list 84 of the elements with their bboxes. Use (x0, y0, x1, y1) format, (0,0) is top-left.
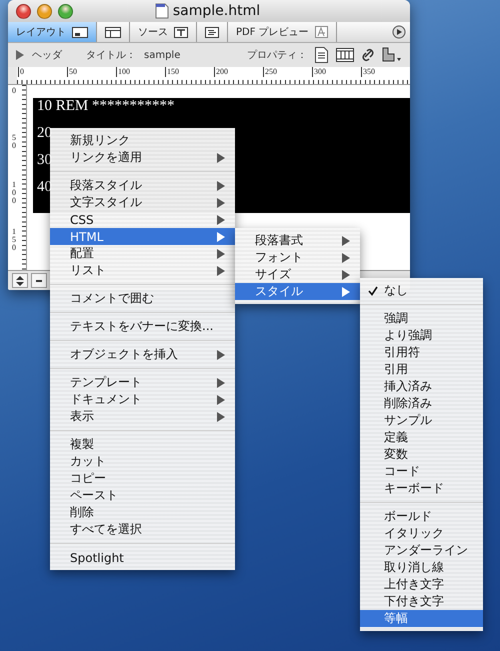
stepper-button[interactable] (12, 273, 28, 288)
menu-item[interactable]: ドキュメント (50, 391, 235, 408)
text-icon (174, 26, 188, 38)
menu-item[interactable]: 削除 (50, 504, 235, 521)
ruler-label: 150 (165, 67, 214, 77)
menu-item[interactable]: 上付き文字 (360, 576, 483, 593)
menu-item[interactable]: より強調 (360, 327, 483, 344)
ruler-label: 300 (312, 67, 361, 77)
menu-item[interactable]: リンクを適用 (50, 149, 235, 166)
zoom-button[interactable] (58, 4, 73, 18)
menu-item[interactable]: なし (360, 282, 483, 299)
ruler-label: 0 (12, 87, 17, 97)
menu-item[interactable]: コード (360, 463, 483, 480)
ruler-label: 100 (12, 181, 17, 207)
menu-item[interactable]: 段落スタイル (50, 177, 235, 194)
menu-item[interactable]: テンプレート (50, 374, 235, 391)
ruler-label: 100 (116, 67, 165, 77)
properties-label: プロパティ： (247, 48, 307, 62)
menu-item[interactable]: 定義 (360, 429, 483, 446)
page-icon[interactable] (315, 47, 328, 63)
title-label: タイトル： (86, 49, 136, 62)
menu-item[interactable]: 文字スタイル (50, 194, 235, 211)
minimize-button[interactable] (37, 4, 52, 18)
menu-item[interactable]: リスト (50, 262, 235, 279)
menu-item[interactable]: 挿入済み (360, 378, 483, 395)
toolbar-toggle-icon[interactable] (392, 25, 406, 39)
menu-item[interactable]: コメントで囲む (50, 290, 235, 307)
title-value: sample (144, 50, 180, 60)
menu-item[interactable]: 引用符 (360, 344, 483, 361)
menu-item[interactable]: フォント (235, 249, 360, 266)
header-label: ヘッダ (32, 49, 62, 62)
menu-item[interactable]: 段落書式 (235, 232, 360, 249)
menu-item[interactable]: 削除済み (360, 395, 483, 412)
close-button[interactable] (16, 4, 31, 18)
menu-item[interactable]: ペースト (50, 487, 235, 504)
menu-item[interactable]: CSS (50, 211, 235, 228)
menu-item[interactable]: 表示 (50, 408, 235, 425)
menu-item[interactable]: テキストをバナーに変換... (50, 318, 235, 335)
lines-icon (205, 26, 219, 38)
minus-icon (36, 280, 42, 282)
menu-item[interactable]: 変数 (360, 446, 483, 463)
menu-item[interactable]: サイズ (235, 266, 360, 283)
ruler-label: 350 (361, 67, 410, 77)
menu-item[interactable]: 等幅 (360, 610, 483, 627)
view-tab[interactable]: レイアウト (8, 22, 97, 42)
menu-item[interactable]: 配置 (50, 245, 235, 262)
pdf-icon (314, 26, 328, 38)
zoom-out-button[interactable] (31, 273, 47, 288)
view-tab[interactable]: ソース (130, 22, 197, 42)
disclosure-triangle-icon[interactable] (16, 50, 24, 60)
menu-item[interactable]: HTML (50, 228, 235, 245)
menu-item[interactable]: イタリック (360, 525, 483, 542)
ruler-label: 0 (18, 67, 67, 77)
menu-item[interactable]: サンプル (360, 412, 483, 429)
document-icon (154, 3, 169, 19)
split-view-icon (105, 26, 121, 38)
window-title: sample.html (172, 3, 260, 19)
film-strip-icon[interactable] (336, 48, 354, 62)
link-icon[interactable] (362, 47, 374, 63)
layout-icon (72, 26, 88, 38)
menu-item[interactable]: 下付き文字 (360, 593, 483, 610)
menu-item[interactable]: 取り消し線 (360, 559, 483, 576)
menu-item[interactable]: すべてを選択 (50, 521, 235, 538)
ruler-label: 50 (12, 134, 17, 152)
up-down-arrows-icon (16, 276, 24, 286)
menu-item[interactable]: コピー (50, 470, 235, 487)
ruler-label: 150 (12, 228, 17, 254)
menu-item[interactable]: 引用 (360, 361, 483, 378)
menu-item[interactable]: 強調 (360, 310, 483, 327)
menu-item[interactable]: アンダーライン (360, 542, 483, 559)
ruler-label: 250 (263, 67, 312, 77)
menu-item[interactable]: ボールド (360, 508, 483, 525)
menu-item[interactable]: 新規リンク (50, 132, 235, 149)
ruler-label: 50 (67, 67, 116, 77)
menu-item[interactable]: オブジェクトを挿入 (50, 346, 235, 363)
code-line: 10 REM *********** (37, 98, 175, 115)
image-menu-icon[interactable] (382, 47, 402, 63)
menu-item[interactable]: カット (50, 453, 235, 470)
menu-item[interactable]: キーボード (360, 480, 483, 497)
menu-item[interactable]: スタイル (235, 283, 360, 300)
ruler-label: 200 (214, 67, 263, 77)
menu-item[interactable]: 複製 (50, 436, 235, 453)
menu-item[interactable]: Spotlight (50, 549, 235, 566)
view-tab[interactable]: PDF プレビュー (228, 22, 337, 42)
